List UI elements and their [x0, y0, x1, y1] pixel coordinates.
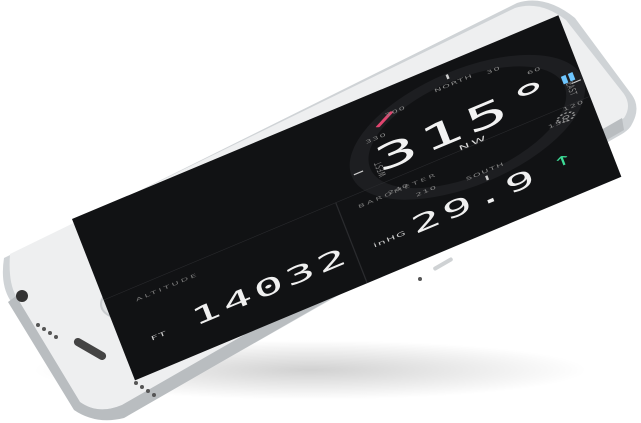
arrow-up-icon: ↑: [549, 150, 577, 173]
altitude-title: ALTITUDE: [135, 271, 200, 303]
barometer-unit: inHG: [372, 229, 408, 250]
device-mockup: WEST 330 300 NORTH 30 60 SOUTH 150 120 2…: [0, 0, 641, 423]
altitude-unit: FT: [150, 329, 169, 343]
